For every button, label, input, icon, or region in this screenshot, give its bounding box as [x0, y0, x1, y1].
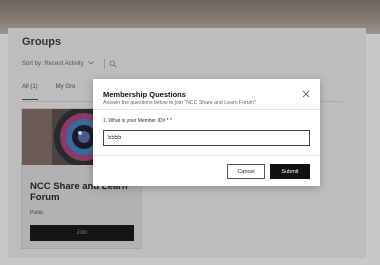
sort-divider: [103, 59, 105, 69]
join-button[interactable]: Join: [30, 225, 134, 241]
dialog-title: Membership Questions: [103, 90, 186, 99]
tab-all[interactable]: All (1): [22, 84, 38, 100]
group-tabs: All (1) My Gro: [22, 84, 75, 100]
cancel-button[interactable]: Cancel: [227, 164, 265, 179]
footer-divider: [93, 155, 320, 156]
group-privacy: Public: [30, 210, 44, 216]
dialog-subtitle: Answer the questions below to join "NCC …: [103, 100, 256, 106]
tab-my-groups[interactable]: My Gro: [56, 84, 76, 100]
member-id-input[interactable]: [103, 130, 310, 146]
question-label: 1. What is your Member ID# * *: [103, 118, 172, 124]
close-icon[interactable]: [300, 88, 312, 100]
chevron-down-icon[interactable]: [87, 61, 94, 67]
header-divider: [93, 109, 320, 110]
membership-questions-dialog: Membership Questions Answer the question…: [93, 79, 320, 186]
page-title: Groups: [22, 36, 62, 48]
submit-button[interactable]: Submit: [270, 164, 310, 179]
search-icon[interactable]: [109, 60, 117, 68]
sort-row: Sort by: Recent Activity: [22, 59, 117, 69]
sort-dropdown[interactable]: Sort by: Recent Activity: [22, 61, 84, 67]
